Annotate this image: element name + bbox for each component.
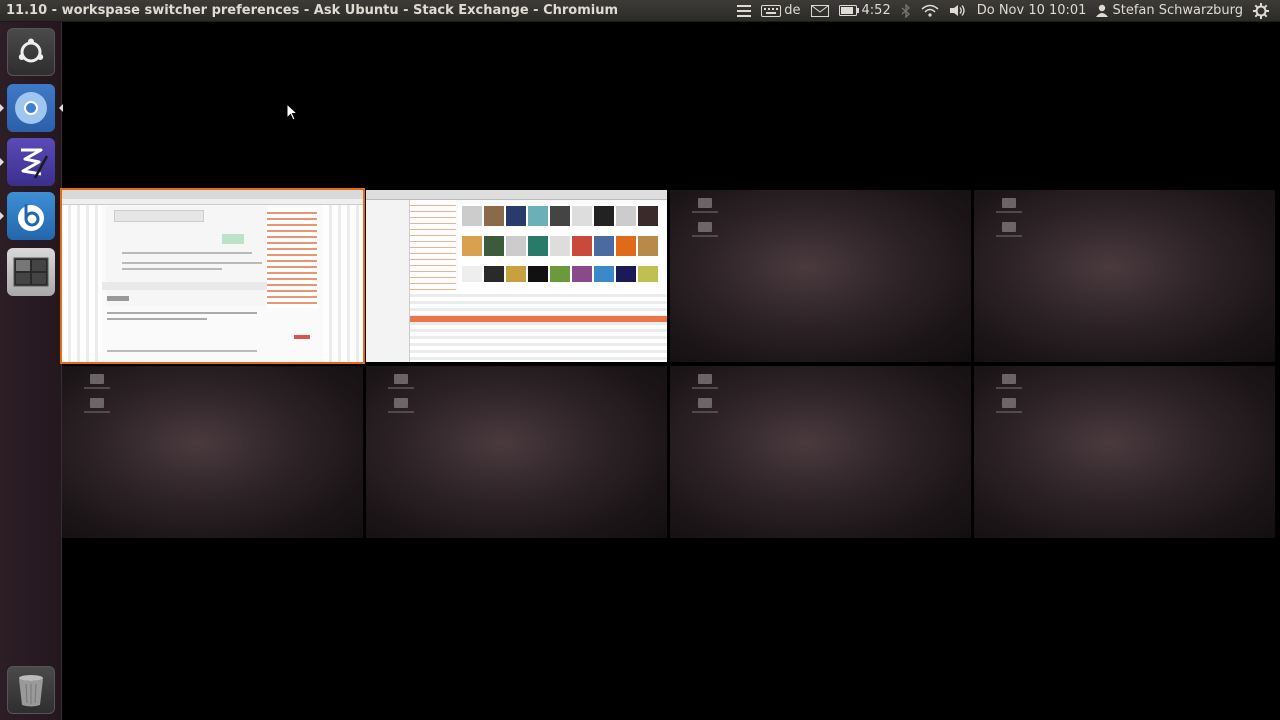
desktop-icon-label [996,387,1022,389]
banshee-window-thumbnail[interactable] [366,190,667,362]
workspace-7[interactable] [670,366,971,538]
chromium-window-thumbnail[interactable] [62,190,363,362]
mouse-cursor-icon [286,103,298,121]
sound-indicator[interactable] [944,0,972,22]
application-menu-indicator[interactable] [732,0,756,22]
banshee-launcher-button[interactable] [7,192,55,240]
emacs-launcher-button[interactable] [7,138,55,186]
chromium-launcher-button[interactable] [7,84,63,132]
chromium-icon [15,92,47,124]
desktop-icon [90,398,104,408]
workspace-3[interactable] [670,190,971,362]
desktop-icon-label [388,411,414,413]
trash-icon [19,675,43,707]
desktop-icon-label [692,235,718,237]
user-icon [1096,4,1109,17]
workspace-1[interactable] [60,188,365,364]
focused-indicator [59,104,63,112]
banshee-icon [18,204,44,231]
desktop-icon-label [996,235,1022,237]
keyboard-layout-label: de [784,3,801,18]
desktop-icon [1002,198,1016,208]
desktop-icon-label [996,211,1022,213]
workspace-8[interactable] [974,366,1275,538]
workspace-6[interactable] [366,366,667,538]
workspace-switcher-icon [13,257,49,287]
running-indicator [0,104,4,112]
launcher [0,22,63,720]
speaker-icon [949,5,965,16]
desktop-icon-label [692,411,718,413]
workspace-switcher-button[interactable] [7,248,55,296]
ubuntu-logo-icon [18,38,44,63]
battery-icon [838,5,859,16]
desktop-icon-label [388,387,414,389]
desktop-icon-label [84,387,110,389]
trash-launcher-button[interactable] [7,666,55,714]
workspace-2[interactable] [366,190,667,362]
desktop-icon [698,222,712,232]
workspace-4[interactable] [974,190,1275,362]
gear-icon [1253,2,1269,19]
indicator-area: de 4:52 Do Nov 10 10:01 Stefan Schwarzbu… [732,0,1280,22]
messaging-indicator[interactable] [806,0,834,22]
envelope-icon [810,4,829,17]
desktop-icon [1002,398,1016,408]
desktop-icon [90,374,104,384]
clock-indicator[interactable]: Do Nov 10 10:01 [972,0,1092,22]
desktop-icon [698,198,712,208]
dash-home-button[interactable] [7,28,55,76]
desktop-icon [394,374,408,384]
desktop-icon [1002,374,1016,384]
menu-icon [737,4,752,17]
network-indicator[interactable] [916,0,944,22]
window-title: 11.10 - workspase switcher preferences -… [6,3,619,18]
wifi-icon [921,4,939,17]
desktop-icon-label [996,411,1022,413]
keyboard-icon [761,4,782,17]
emacs-icon [21,148,49,179]
battery-indicator[interactable]: 4:52 [834,0,896,22]
top-panel: 11.10 - workspase switcher preferences -… [0,0,1280,22]
desktop-icon-label [84,411,110,413]
keyboard-indicator[interactable]: de [756,0,805,22]
user-indicator[interactable]: Stefan Schwarzburg [1091,0,1248,22]
desktop-icon-label [692,211,718,213]
running-indicator [0,212,4,220]
desktop-icon-label [692,387,718,389]
session-indicator[interactable] [1248,0,1274,22]
desktop-icon [1002,222,1016,232]
desktop-icon [394,398,408,408]
workspace-grid [60,188,1278,540]
desktop-icon [698,398,712,408]
bluetooth-indicator[interactable] [896,0,916,22]
running-indicator [0,158,4,166]
user-name: Stefan Schwarzburg [1112,3,1243,18]
battery-time: 4:52 [861,3,891,18]
bluetooth-icon [901,3,910,18]
workspace-5[interactable] [62,366,363,538]
desktop-icon [698,374,712,384]
